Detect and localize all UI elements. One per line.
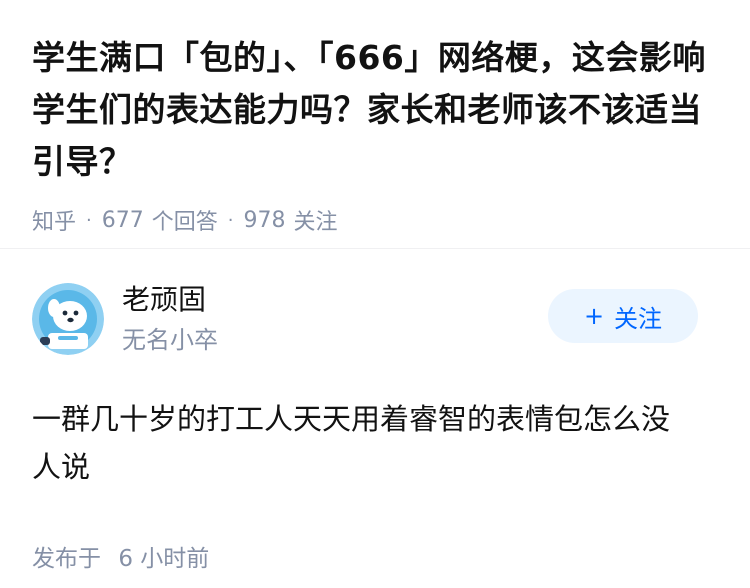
avatar-icon <box>32 283 104 355</box>
follower-count: 978 <box>243 207 286 233</box>
plus-icon: + <box>583 302 605 330</box>
author-row: 老顽固 无名小卒 + 关注 <box>32 267 718 371</box>
zhihu-question-page: 学生满口「包的」、「666」网络梗，这会影响学生们的表达能力吗？家长和老师该不该… <box>0 0 750 588</box>
answer-card: 老顽固 无名小卒 + 关注 一群几十岁的打工人天天用着睿智的表情包怎么没人说 发… <box>0 267 750 573</box>
author-headline: 无名小卒 <box>122 326 218 354</box>
avatar[interactable] <box>32 283 104 355</box>
answer-footer: 发布于 6 小时前 <box>32 539 718 573</box>
author-name[interactable]: 老顽固 <box>122 280 218 320</box>
published-label: 发布于 <box>32 546 101 572</box>
answer-content[interactable]: 一群几十岁的打工人天天用着睿智的表情包怎么没人说 <box>32 395 718 491</box>
separator-dot: · <box>86 209 92 231</box>
answer-count: 677 <box>101 207 144 233</box>
source-label[interactable]: 知乎 <box>32 204 76 236</box>
separator-dot: · <box>227 209 234 231</box>
question-meta: 知乎 · 677 个回答 · 978 关注 <box>32 204 718 236</box>
section-divider <box>0 248 750 249</box>
question-header: 学生满口「包的」、「666」网络梗，这会影响学生们的表达能力吗？家长和老师该不该… <box>0 0 750 235</box>
follower-count-label: 关注 <box>293 210 338 235</box>
question-title[interactable]: 学生满口「包的」、「666」网络梗，这会影响学生们的表达能力吗？家长和老师该不该… <box>32 32 718 188</box>
follow-button-label: 关注 <box>614 304 663 333</box>
author-info: 老顽固 无名小卒 <box>122 280 218 358</box>
published-time: 6 小时前 <box>118 546 210 572</box>
answer-count-label: 个回答 <box>151 210 218 235</box>
follow-button[interactable]: + 关注 <box>548 289 698 343</box>
